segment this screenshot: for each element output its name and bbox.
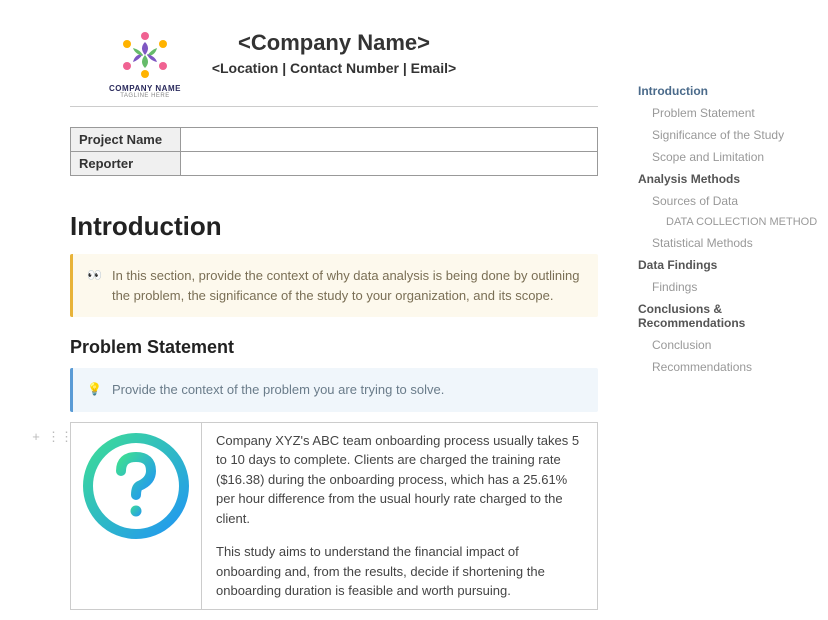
question-mark-icon — [81, 431, 191, 541]
toc-conclusion[interactable]: Conclusion — [638, 334, 818, 356]
reporter-value[interactable] — [181, 152, 598, 176]
toc-sidebar: Introduction Problem Statement Significa… — [628, 0, 828, 620]
drag-handle-icon[interactable]: ⋮⋮ — [47, 429, 61, 445]
toc-sources[interactable]: Sources of Data — [638, 190, 818, 212]
project-name-label: Project Name — [71, 128, 181, 152]
intro-callout[interactable]: 👀 In this section, provide the context o… — [70, 254, 598, 317]
problem-content-block[interactable]: + ⋮⋮ Company XYZ's ABC team — [70, 422, 598, 610]
add-block-button[interactable]: + — [29, 429, 43, 445]
project-name-value[interactable] — [181, 128, 598, 152]
question-icon-cell — [71, 423, 201, 549]
divider — [70, 106, 598, 107]
document-header: COMPANY NAME TAGLINE HERE <Company Name>… — [70, 30, 598, 76]
toc-data-collection[interactable]: DATA COLLECTION METHOD — [638, 212, 818, 232]
reporter-label: Reporter — [71, 152, 181, 176]
bulb-icon: 💡 — [87, 380, 102, 398]
document-main: COMPANY NAME TAGLINE HERE <Company Name>… — [0, 0, 628, 620]
toc-introduction[interactable]: Introduction — [638, 80, 818, 102]
problem-callout[interactable]: 💡 Provide the context of the problem you… — [70, 368, 598, 412]
problem-callout-text: Provide the context of the problem you a… — [112, 380, 444, 400]
toc-analysis-methods[interactable]: Analysis Methods — [638, 168, 818, 190]
toc-scope[interactable]: Scope and Limitation — [638, 146, 818, 168]
problem-paragraph-2: This study aims to understand the financ… — [216, 542, 583, 601]
block-handles: + ⋮⋮ — [29, 429, 61, 445]
logo-icon — [115, 30, 175, 80]
toc-statistical[interactable]: Statistical Methods — [638, 232, 818, 254]
problem-paragraph-1: Company XYZ's ABC team onboarding proces… — [216, 431, 583, 529]
logo-name-text: COMPANY NAME — [100, 84, 190, 93]
problem-body-text[interactable]: Company XYZ's ABC team onboarding proces… — [201, 423, 597, 609]
company-logo: COMPANY NAME TAGLINE HERE — [100, 30, 190, 99]
project-info-table: Project Name Reporter — [70, 127, 598, 176]
introduction-heading[interactable]: Introduction — [70, 211, 598, 242]
toc-problem-statement[interactable]: Problem Statement — [638, 102, 818, 124]
toc-data-findings[interactable]: Data Findings — [638, 254, 818, 276]
intro-callout-text: In this section, provide the context of … — [112, 266, 584, 305]
table-row: Reporter — [71, 152, 598, 176]
problem-statement-heading[interactable]: Problem Statement — [70, 337, 598, 358]
toc-recommendations[interactable]: Recommendations — [638, 356, 818, 378]
toc-conclusions[interactable]: Conclusions & Recommendations — [638, 298, 818, 334]
toc-significance[interactable]: Significance of the Study — [638, 124, 818, 146]
eyes-icon: 👀 — [87, 266, 102, 284]
table-row: Project Name — [71, 128, 598, 152]
toc-findings[interactable]: Findings — [638, 276, 818, 298]
logo-tagline-text: TAGLINE HERE — [100, 93, 190, 99]
